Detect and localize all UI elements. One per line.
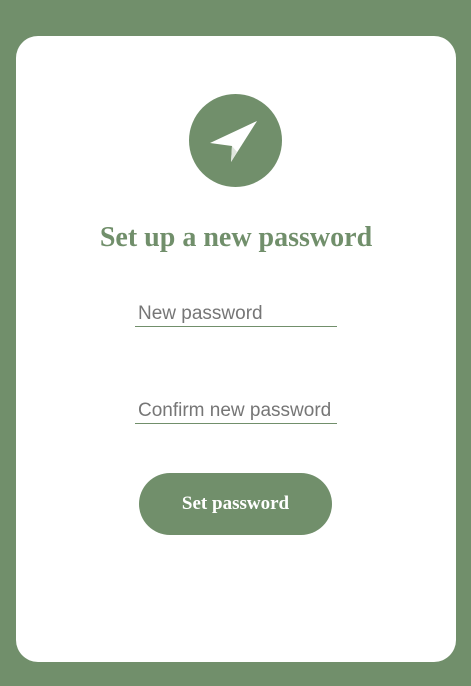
password-card: Set up a new password Set password <box>16 36 456 662</box>
logo-badge <box>189 94 282 187</box>
set-password-button[interactable]: Set password <box>139 473 332 535</box>
page-title: Set up a new password <box>99 222 373 253</box>
paper-plane-icon <box>210 121 257 162</box>
new-password-field[interactable] <box>135 301 337 327</box>
confirm-password-field[interactable] <box>135 398 337 424</box>
